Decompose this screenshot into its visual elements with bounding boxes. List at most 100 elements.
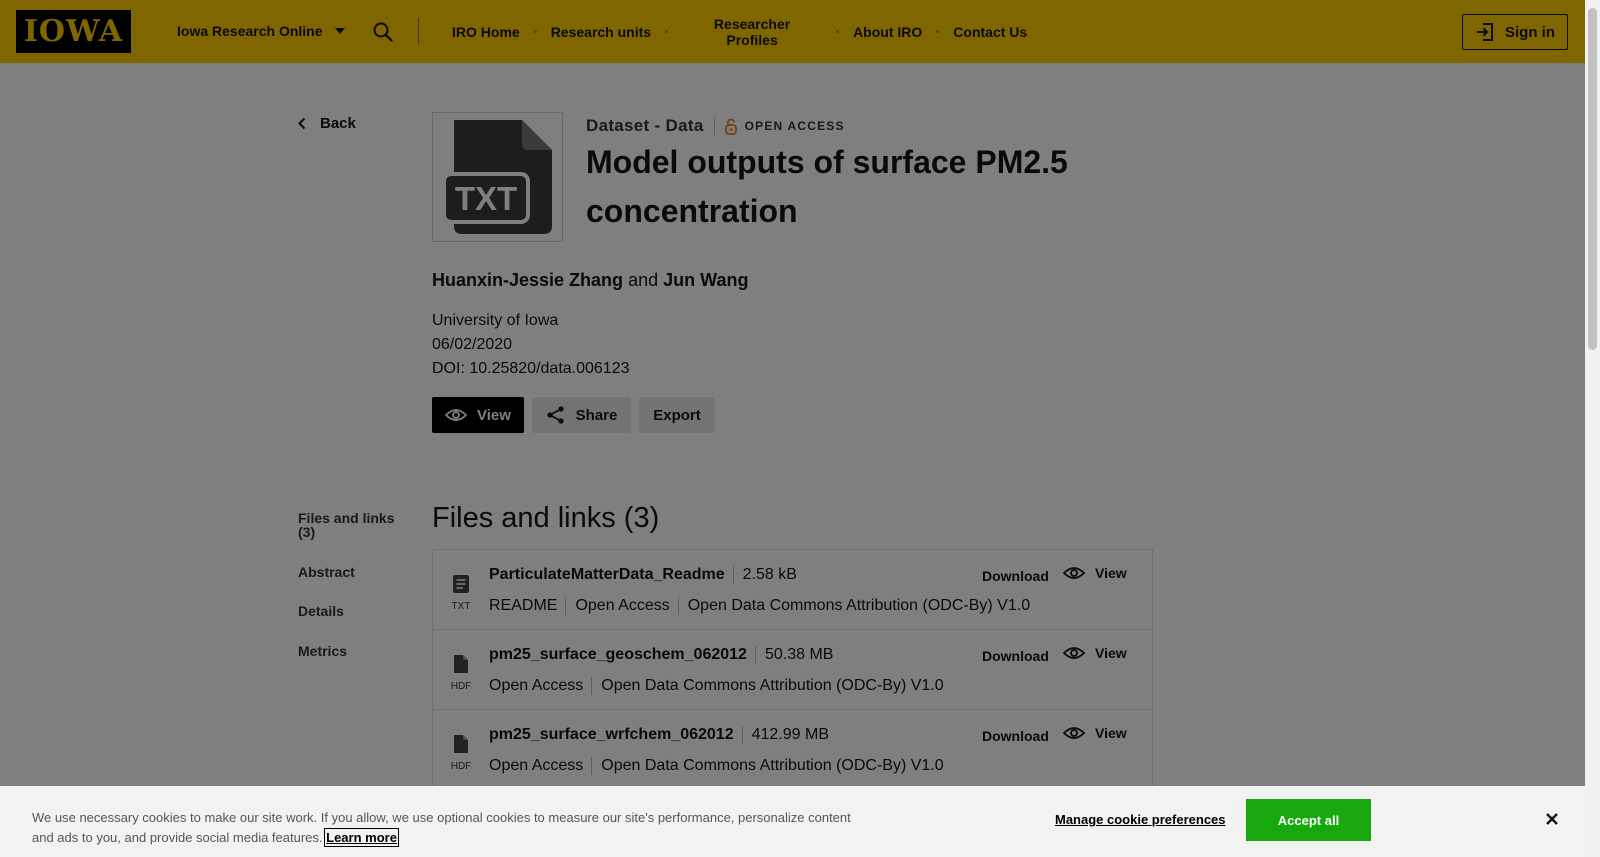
sidebar-link-abstract[interactable]: Abstract [298,565,355,579]
sign-in-label: Sign in [1505,23,1555,41]
file-access: Open Access [565,597,670,615]
files-heading: Files and links (3) [432,502,660,534]
file-meta: Open Access Open Data Commons Attributio… [489,677,944,695]
download-button[interactable]: Download [982,648,1049,664]
nav-separator [533,30,537,33]
file-name[interactable]: pm25_surface_wrfchem_062012 412.99 MB [489,726,829,744]
type-separator [713,117,715,135]
sign-in-button[interactable]: Sign in [1462,14,1568,50]
scrollbar-thumb[interactable] [1588,8,1597,350]
caret-down-icon [334,28,345,34]
nav-about-iro[interactable]: About IRO [853,24,922,40]
manage-cookie-preferences-link[interactable]: Manage cookie preferences [1055,812,1226,827]
search-icon[interactable] [372,21,394,43]
nav-research-units[interactable]: Research units [551,24,651,40]
file-row: TXT ParticulateMatterData_Readme 2.58 kB… [433,550,1152,630]
nav-separator [665,30,669,33]
file-row: HDF pm25_surface_geoschem_062012 50.38 M… [433,630,1152,710]
record-type-line: Dataset - Data OPEN ACCESS [586,116,845,136]
file-size: 2.58 kB [732,566,797,584]
share-icon [547,406,564,424]
file-license: Open Data Commons Attribution (ODC-By) V… [591,757,944,775]
back-link[interactable]: Back [298,115,356,132]
file-view-label: View [1095,725,1127,741]
download-button[interactable]: Download [982,568,1049,584]
document-lines-icon [453,575,469,593]
txt-file-icon: TXT [441,120,552,234]
file-icon-glyph [454,735,468,753]
file-size: 412.99 MB [741,726,829,744]
file-view-button[interactable]: View [1063,725,1127,741]
main-nav: IRO Home Research units Researcher Profi… [440,0,1027,63]
eye-icon [1063,647,1085,659]
file-view-label: View [1095,645,1127,661]
page-scrollbar[interactable] [1585,0,1600,857]
export-label: Export [653,406,701,424]
site-header: IOWA Iowa Research Online IRO Home Resea… [0,0,1585,63]
back-label: Back [320,115,356,132]
cookie-banner: We use necessary cookies to make our sit… [0,786,1585,857]
file-license: Open Data Commons Attribution (ODC-By) V… [677,597,1030,615]
eye-icon [1063,567,1085,579]
chevron-left-icon [298,117,306,130]
cookie-message: We use necessary cookies to make our sit… [32,810,851,845]
close-icon[interactable] [1542,809,1562,829]
file-type-thumbnail: TXT [432,112,563,242]
file-icon: HDF [449,734,473,772]
site-menu-dropdown[interactable]: Iowa Research Online [177,23,345,39]
eye-icon [1063,727,1085,739]
site-menu-label: Iowa Research Online [177,23,323,39]
nav-researcher-profiles[interactable]: Researcher Profiles [682,16,822,48]
download-button[interactable]: Download [982,728,1049,744]
nav-separator [836,30,840,33]
header-divider [418,18,419,44]
file-name[interactable]: ParticulateMatterData_Readme 2.58 kB [489,566,797,584]
file-row: HDF pm25_surface_wrfchem_062012 412.99 M… [433,710,1152,790]
sidebar-link-files[interactable]: Files and links (3) [298,511,408,539]
iowa-logo[interactable]: IOWA [16,10,131,53]
authors-join: and [628,270,659,290]
file-license: Open Data Commons Attribution (ODC-By) V… [591,677,944,695]
open-access-label: OPEN ACCESS [744,119,845,133]
file-size: 50.38 MB [754,646,833,664]
author-link[interactable]: Jun Wang [663,270,748,290]
eye-icon [445,409,468,421]
sidebar-link-metrics[interactable]: Metrics [298,644,347,658]
file-meta: README Open Access Open Data Commons Att… [489,597,1030,615]
file-icon: HDF [449,654,473,692]
file-name-text: pm25_surface_geoschem_062012 [489,646,747,663]
share-button[interactable]: Share [532,397,631,433]
author-link[interactable]: Huanxin-Jessie Zhang [432,270,623,290]
view-label: View [477,406,511,424]
doi[interactable]: DOI: 10.25820/data.006123 [432,360,630,378]
file-name-text: ParticulateMatterData_Readme [489,566,725,583]
learn-more-link[interactable]: Learn more [324,828,399,847]
file-access: Open Access [489,677,584,694]
sign-in-icon [1477,23,1493,41]
file-view-label: View [1095,565,1127,581]
file-view-button[interactable]: View [1063,565,1127,581]
file-category: README [489,597,558,614]
sidebar-link-details[interactable]: Details [298,604,344,618]
record-title: Model outputs of surface PM2.5 concentra… [586,144,1068,229]
nav-iro-home[interactable]: IRO Home [452,24,520,40]
export-button[interactable]: Export [639,397,715,433]
files-list: TXT ParticulateMatterData_Readme 2.58 kB… [432,549,1153,790]
file-meta: Open Access Open Data Commons Attributio… [489,757,944,775]
record-type: Dataset - Data [586,116,704,135]
file-name-text: pm25_surface_wrfchem_062012 [489,726,734,743]
institution: University of Iowa [432,312,559,329]
file-ext: HDF [450,681,472,692]
file-view-button[interactable]: View [1063,645,1127,661]
share-label: Share [575,406,618,424]
view-button[interactable]: View [432,397,524,433]
thumb-label: TXT [454,180,516,217]
file-ext: HDF [450,761,472,772]
file-access: Open Access [489,757,584,774]
nav-separator [936,30,940,33]
authors: Huanxin-Jessie Zhang and Jun Wang [432,270,748,291]
file-name[interactable]: pm25_surface_geoschem_062012 50.38 MB [489,646,833,664]
accept-all-button[interactable]: Accept all [1246,799,1371,841]
nav-contact-us[interactable]: Contact Us [953,24,1027,40]
open-lock-icon [724,118,737,135]
